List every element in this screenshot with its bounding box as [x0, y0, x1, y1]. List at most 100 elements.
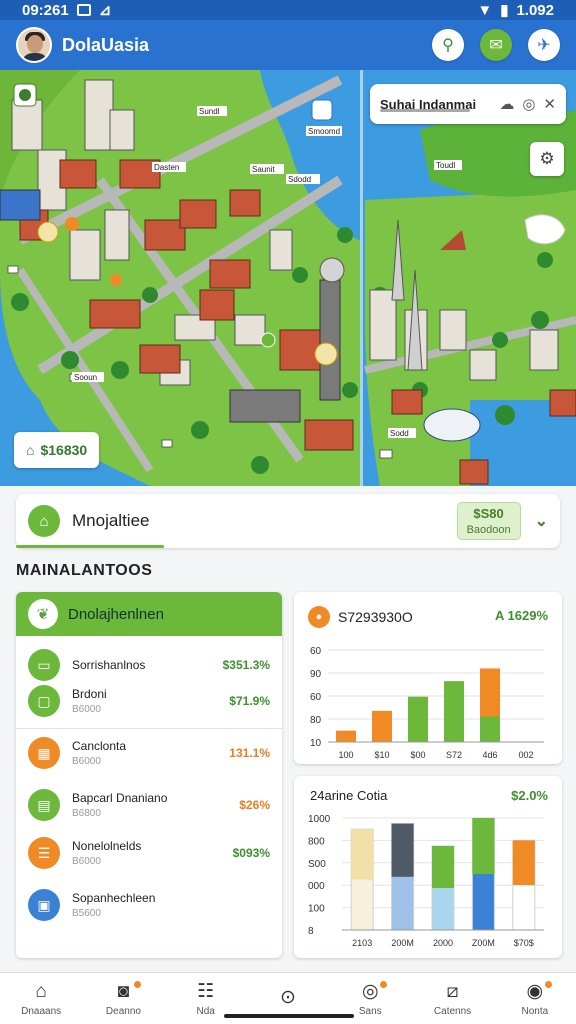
- city-map[interactable]: Sundl Smoomd Dasten Saunit Sdodd Sooun T…: [0, 70, 576, 486]
- y-tick-label: 60: [310, 692, 322, 703]
- bar: [444, 681, 464, 742]
- chart-icon: ⧄: [446, 981, 459, 1002]
- status-bar: 09:261 ⊿ ▼ ▮ 1.092: [0, 0, 576, 20]
- nav-label: Catenns: [433, 1006, 472, 1017]
- stack-icon: ☷: [197, 981, 215, 1002]
- nav-item-home[interactable]: ⌂ Dnaaans: [0, 973, 82, 1024]
- list-item-title: Sorrishanlnos: [72, 658, 146, 672]
- chat-icon[interactable]: ✉: [480, 29, 512, 61]
- share-icon[interactable]: ✈: [528, 29, 560, 61]
- notification-dot: [133, 981, 141, 988]
- wifi-icon: ▼: [477, 1, 493, 19]
- svg-text:Smoomd: Smoomd: [308, 127, 340, 136]
- x-tick-label: 4d6: [482, 750, 497, 760]
- notification-icon: [76, 4, 91, 16]
- nav-label: Deanno: [105, 1006, 141, 1017]
- chevron-down-icon[interactable]: ⌄: [535, 511, 548, 531]
- list-card: ❦ Dnolajhenlnen ▭ Sorrishanlnos $351.3% …: [16, 592, 282, 958]
- map-split-divider[interactable]: [360, 70, 363, 486]
- bar-segment: [351, 829, 374, 880]
- x-tick-label: 2103: [352, 938, 372, 948]
- list-item-value: 131.1%: [229, 746, 270, 760]
- map-illustration: Sundl Smoomd Dasten Saunit Sdodd Sooun T…: [0, 70, 576, 486]
- list-item-title: Sopanhechleen: [72, 891, 156, 905]
- bar-chart-card[interactable]: ● S7293930O A 1629% 60 90 60 80 10 100 $10 $00 S…: [294, 592, 562, 764]
- x-tick-label: 002: [518, 750, 533, 760]
- selector-progress: [16, 545, 164, 548]
- x-tick-label: $00: [410, 750, 425, 760]
- list-item-value: $093%: [232, 846, 270, 860]
- list-item-sub: B6000: [72, 756, 101, 767]
- x-tick-label: 2000: [433, 938, 453, 948]
- close-icon[interactable]: ✕: [543, 95, 556, 113]
- nav-item-camera[interactable]: ◙ Deanno: [82, 973, 164, 1024]
- target-icon: ◎: [361, 981, 379, 1002]
- nav-label: Dnaaans: [21, 1006, 62, 1017]
- layers-icon[interactable]: ⚙: [530, 142, 564, 176]
- nav-label: Nda: [196, 1006, 215, 1017]
- cloud-icon[interactable]: ☁: [499, 95, 514, 113]
- list-header[interactable]: ❦ Dnolajhenlnen: [16, 592, 282, 636]
- nav-item-chart[interactable]: ⧄ Catenns: [411, 973, 493, 1024]
- nav-label: Nonta: [521, 1006, 549, 1017]
- avatar[interactable]: [16, 27, 52, 63]
- list-item-value: $351.3%: [222, 658, 270, 672]
- bar: [336, 730, 356, 742]
- list-item[interactable]: ▢ Brdoni B6000 $71.9%: [16, 676, 282, 726]
- x-tick-label: 100: [338, 750, 353, 760]
- bar-chart: 60 90 60 80 10 100 $10 $00 S72 4d6 002: [310, 646, 544, 760]
- selector-badge-sub: Baodoon: [466, 524, 511, 536]
- svg-text:Saunit: Saunit: [252, 165, 275, 174]
- x-tick-label: S72: [446, 750, 462, 760]
- price-tag-icon: ⌂: [26, 442, 35, 458]
- bar-segment: [512, 840, 535, 886]
- nav-item-alert[interactable]: ◉ Nonta: [494, 973, 576, 1024]
- notification-dot: [380, 981, 388, 988]
- bar: [408, 696, 428, 742]
- list-item-value: $26%: [239, 798, 270, 812]
- selector-badge: $S80 Baodoon: [456, 502, 521, 540]
- map-search-box[interactable]: Suhai Indanmai ☁ ◎ ✕: [370, 84, 566, 124]
- home-indicator: [224, 1014, 354, 1018]
- x-tick-label: 200M: [391, 938, 414, 948]
- property-selector[interactable]: ⌂ Mnojaltiee $S80 Baodoon ⌄: [16, 494, 560, 548]
- home-icon: ⌂: [35, 981, 47, 1002]
- app-title: DolaUasia: [62, 34, 150, 55]
- y-tick-label: 000: [308, 881, 325, 892]
- svg-text:Sodd: Sodd: [390, 429, 409, 438]
- camera-icon: ◙: [117, 981, 130, 1002]
- list-item[interactable]: ▦ Canclonta B6000 131.1%: [16, 728, 282, 778]
- y-tick-label: 800: [308, 836, 325, 847]
- list-item-title: Canclonta: [72, 739, 127, 753]
- filter-icon[interactable]: ◎: [522, 95, 535, 113]
- bar: [372, 710, 392, 742]
- stacked-bar-chart: 1000 800 S00 000 100 8 2103 200M 2000 Z00M $70$: [308, 814, 544, 948]
- y-tick-label: 60: [310, 646, 322, 657]
- list-item[interactable]: ▤ Bapcarl Dnaniano B6800 $26%: [16, 780, 282, 830]
- list-item-sub: B6800: [72, 808, 101, 819]
- list-item[interactable]: ▣ Sopanhechleen B5600: [16, 880, 282, 930]
- list-title: Dnolajhenlnen: [68, 605, 164, 623]
- y-tick-label: 1000: [308, 814, 331, 825]
- route-icon[interactable]: ⚲: [432, 29, 464, 61]
- svg-text:Toudl: Toudl: [436, 161, 455, 170]
- svg-text:Sdodd: Sdodd: [288, 175, 311, 184]
- map-search-subtitle: [380, 109, 470, 112]
- list-item[interactable]: ☰ Nonelolnelds B6000 $093%: [16, 828, 282, 878]
- list-item-title: Bapcarl Dnaniano: [72, 791, 168, 805]
- y-tick-label: 10: [310, 738, 322, 749]
- list-item-sub: B6000: [72, 704, 101, 715]
- map-price-badge[interactable]: ⌂ $16830: [14, 432, 100, 468]
- bar-segment: [391, 823, 414, 877]
- bar-segment: [472, 818, 495, 874]
- bar-segment: [432, 846, 454, 888]
- list-item-title: Nonelolnelds: [72, 839, 142, 853]
- stacked-chart-card[interactable]: 24arine Cotia $2.0% 1000 800 S00 000 100 8 210…: [294, 776, 562, 958]
- y-tick-label: 100: [308, 904, 325, 915]
- svg-text:Sooun: Sooun: [74, 373, 97, 382]
- x-tick-label: Z00M: [472, 938, 495, 948]
- y-tick-label: 8: [308, 926, 314, 937]
- list-item-value: $71.9%: [229, 694, 270, 708]
- map-price-value: $16830: [40, 442, 88, 458]
- map-label: Sundl: [199, 107, 220, 116]
